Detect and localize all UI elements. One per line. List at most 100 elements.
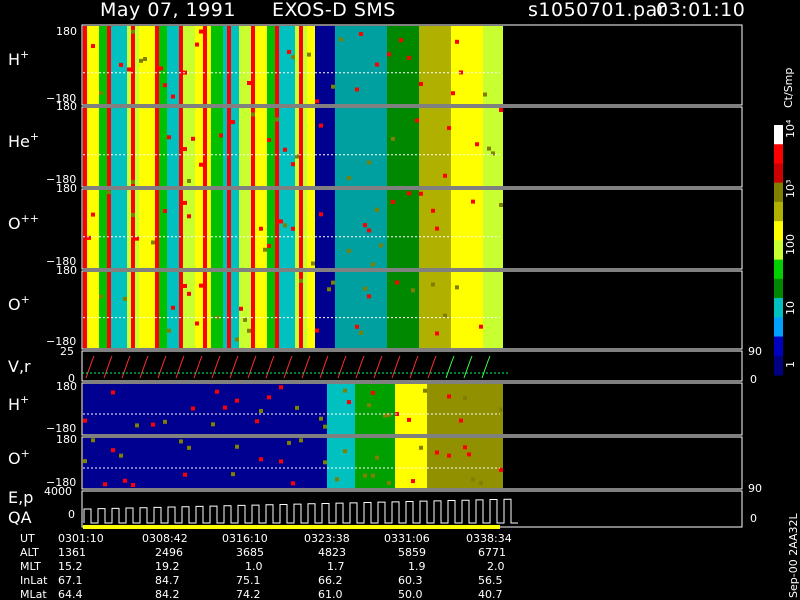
spectrogram-column bbox=[427, 384, 431, 434]
spectrogram-column bbox=[255, 108, 259, 186]
spectrogram-column bbox=[379, 384, 383, 434]
spectrogram-column bbox=[455, 108, 459, 186]
spectrogram-speck bbox=[239, 306, 243, 311]
spectrogram-speck bbox=[279, 219, 283, 224]
spectrogram-column bbox=[319, 438, 323, 488]
spectrogram-column bbox=[127, 438, 131, 488]
spectrogram-column bbox=[427, 272, 431, 348]
spectrogram-column bbox=[143, 384, 147, 434]
spectrogram-column bbox=[167, 26, 171, 104]
spectrogram-column bbox=[355, 438, 359, 488]
spectrogram-column bbox=[131, 438, 135, 488]
spectrogram-column bbox=[279, 190, 283, 268]
spectrogram-speck bbox=[131, 29, 135, 34]
footer-row-name: UT bbox=[20, 532, 35, 545]
spectrogram-column bbox=[467, 438, 471, 488]
spectrogram-column bbox=[103, 272, 107, 348]
spectrogram-peak bbox=[299, 272, 303, 348]
spectrogram-column bbox=[455, 190, 459, 268]
spectrogram-column bbox=[183, 272, 187, 348]
spectrogram-speck bbox=[187, 445, 191, 450]
spectrogram-column bbox=[319, 26, 323, 104]
spectrogram-column bbox=[319, 384, 323, 434]
spectrogram-column bbox=[439, 190, 443, 268]
spectrogram-speck bbox=[179, 297, 183, 302]
spectrogram-column bbox=[495, 272, 499, 348]
spectrogram-column bbox=[315, 384, 319, 434]
spectrogram-column bbox=[123, 272, 127, 348]
spectrogram-speck bbox=[179, 439, 183, 444]
spectrogram-column bbox=[359, 272, 363, 348]
spectrogram-column bbox=[263, 438, 267, 488]
spectrogram-column bbox=[439, 108, 443, 186]
spectrogram-column bbox=[255, 26, 259, 104]
spectrogram-column bbox=[295, 272, 299, 348]
spectrogram-column bbox=[239, 108, 243, 186]
spectrogram-column bbox=[247, 108, 251, 186]
spectrogram-column bbox=[95, 26, 99, 104]
spectrogram-column bbox=[87, 190, 91, 268]
spectrogram-peak bbox=[275, 26, 279, 104]
spectrogram-peak bbox=[251, 26, 255, 104]
spectrogram-speck bbox=[291, 481, 295, 486]
spectrogram-column bbox=[143, 26, 147, 104]
spectrogram-column bbox=[135, 108, 139, 186]
spectrogram-column bbox=[359, 384, 363, 434]
spectrogram-column bbox=[363, 190, 367, 268]
spectrogram-column bbox=[111, 438, 115, 488]
spectrogram-speck bbox=[435, 331, 439, 336]
spectrogram-peak bbox=[299, 190, 303, 268]
spectrogram-speck bbox=[471, 477, 475, 482]
spectrogram-column bbox=[263, 108, 267, 186]
spectrogram-column bbox=[287, 272, 291, 348]
footer-value: 2.0 bbox=[487, 560, 505, 573]
spectrogram-column bbox=[331, 108, 335, 186]
footer-value: 6771 bbox=[478, 546, 506, 559]
spectrogram-column bbox=[227, 438, 231, 488]
spectrogram-speck bbox=[195, 321, 199, 326]
spectrogram-column bbox=[235, 26, 239, 104]
spectrogram-column bbox=[239, 190, 243, 268]
spectrogram-speck bbox=[103, 482, 107, 487]
spectrogram-column bbox=[247, 190, 251, 268]
spectrogram-speck bbox=[187, 179, 191, 184]
y-max-label: 180 bbox=[56, 182, 77, 195]
spectrogram-column bbox=[171, 190, 175, 268]
spectrogram-column bbox=[195, 190, 199, 268]
spectrogram-column bbox=[407, 384, 411, 434]
spectrogram-column bbox=[351, 26, 355, 104]
spectrogram-column bbox=[335, 272, 339, 348]
spectrogram-column bbox=[419, 438, 423, 488]
spectrogram-column bbox=[399, 108, 403, 186]
spectrogram-column bbox=[239, 438, 243, 488]
spectrogram-column bbox=[235, 108, 239, 186]
spectrogram-column bbox=[387, 384, 391, 434]
spectrogram-column bbox=[91, 384, 95, 434]
spectrogram-column bbox=[251, 438, 255, 488]
spectrogram-column bbox=[463, 26, 467, 104]
spectrogram-speck bbox=[155, 208, 159, 213]
spectrogram-speck bbox=[131, 212, 135, 217]
spectrogram-peak bbox=[275, 190, 279, 268]
spectrogram-column bbox=[383, 26, 387, 104]
spectrogram-column bbox=[139, 190, 143, 268]
spectrogram-column bbox=[255, 272, 259, 348]
spectrogram-column bbox=[219, 190, 223, 268]
spectrogram-column bbox=[147, 384, 151, 434]
spectrogram-column bbox=[451, 190, 455, 268]
spectrogram-column bbox=[323, 190, 327, 268]
spectrogram-column bbox=[455, 26, 459, 104]
spectrogram-speck bbox=[163, 419, 167, 424]
spectrogram-column bbox=[215, 108, 219, 186]
spectrogram-column bbox=[355, 26, 359, 104]
spectrogram-column bbox=[195, 272, 199, 348]
spectrogram-column bbox=[403, 384, 407, 434]
spectrogram-speck bbox=[235, 398, 239, 403]
spectrogram-column bbox=[139, 108, 143, 186]
spectrogram-column bbox=[311, 26, 315, 104]
spectrogram-column bbox=[271, 108, 275, 186]
spectrogram-column bbox=[475, 438, 479, 488]
spectrogram-column bbox=[403, 190, 407, 268]
spectrogram-column bbox=[343, 190, 347, 268]
spectrogram-column bbox=[435, 438, 439, 488]
